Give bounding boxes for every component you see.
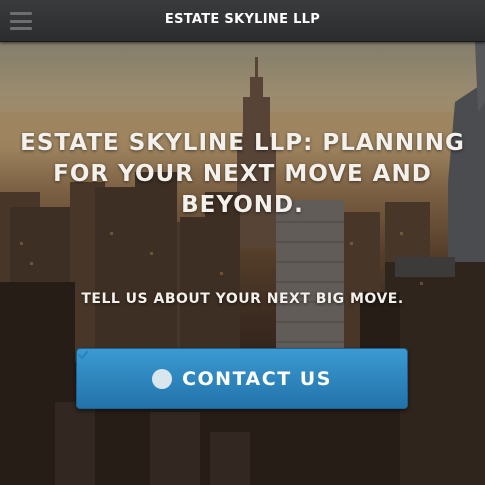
- hero-headline: ESTATE SKYLINE LLP: PLANNING FOR YOUR NE…: [20, 130, 465, 218]
- check-circle-icon: [77, 350, 173, 389]
- contact-us-label: CONTACT US: [182, 367, 332, 390]
- hero-section: ESTATE SKYLINE LLP: PLANNING FOR YOUR NE…: [0, 42, 485, 485]
- brand-title[interactable]: ESTATE SKYLINE LLP: [0, 12, 485, 27]
- hero-overlay: [0, 42, 485, 485]
- contact-us-button[interactable]: CONTACT US: [76, 348, 408, 409]
- top-navbar: ESTATE SKYLINE LLP: [0, 0, 485, 42]
- hero-subline: TELL US ABOUT YOUR NEXT BIG MOVE.: [81, 291, 404, 307]
